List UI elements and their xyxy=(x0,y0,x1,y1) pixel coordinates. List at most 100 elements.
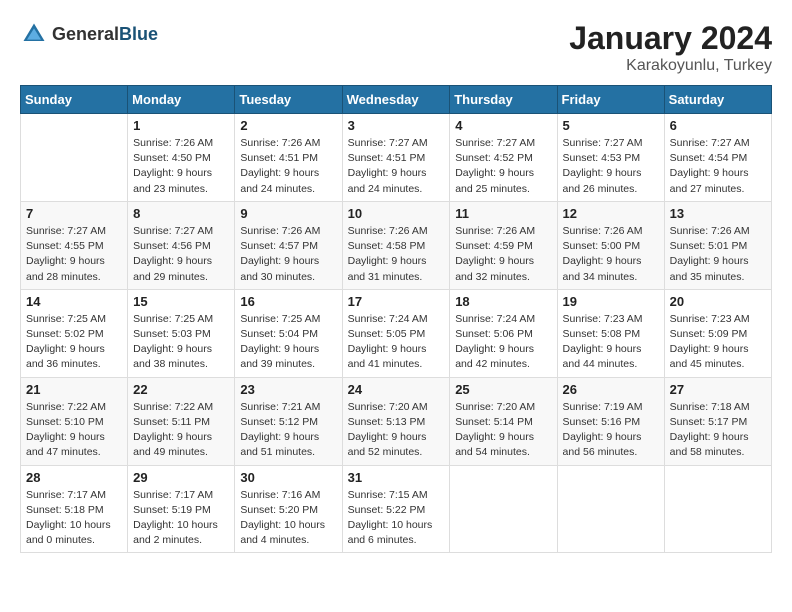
calendar-cell xyxy=(557,465,664,553)
day-info: Sunrise: 7:26 AMSunset: 4:57 PMDaylight:… xyxy=(240,224,336,285)
calendar-cell: 22Sunrise: 7:22 AMSunset: 5:11 PMDayligh… xyxy=(128,377,235,465)
day-info: Sunrise: 7:18 AMSunset: 5:17 PMDaylight:… xyxy=(670,400,766,461)
day-number: 17 xyxy=(348,294,445,309)
day-info: Sunrise: 7:20 AMSunset: 5:14 PMDaylight:… xyxy=(455,400,551,461)
day-info: Sunrise: 7:26 AMSunset: 4:58 PMDaylight:… xyxy=(348,224,445,285)
day-number: 23 xyxy=(240,382,336,397)
day-number: 21 xyxy=(26,382,122,397)
logo: GeneralBlue xyxy=(20,20,158,48)
weekday-header: Monday xyxy=(128,86,235,114)
day-info: Sunrise: 7:23 AMSunset: 5:09 PMDaylight:… xyxy=(670,312,766,373)
day-number: 15 xyxy=(133,294,229,309)
page-header: GeneralBlue January 2024 Karakoyunlu, Tu… xyxy=(20,20,772,75)
calendar-cell: 19 Sunrise: 7:23 AMSunset: 5:08 PMDayligh… xyxy=(557,289,664,377)
calendar-cell: 21 Sunrise: 7:22 AMSunset: 5:10 PMDayligh… xyxy=(21,377,128,465)
day-number: 18 xyxy=(455,294,551,309)
day-info: Sunrise: 7:15 AMSunset: 5:22 PMDaylight:… xyxy=(348,488,445,549)
title-block: January 2024 Karakoyunlu, Turkey xyxy=(569,20,772,75)
day-info: Sunrise: 7:24 AMSunset: 5:06 PMDaylight:… xyxy=(455,312,551,373)
calendar-cell xyxy=(664,465,771,553)
day-info: Sunrise: 7:21 AMSunset: 5:12 PMDaylight:… xyxy=(240,400,336,461)
logo-text-general: General xyxy=(52,24,119,44)
day-info: Sunrise: 7:26 AMSunset: 5:01 PMDaylight:… xyxy=(670,224,766,285)
calendar-cell: 24 Sunrise: 7:20 AMSunset: 5:13 PMDayligh… xyxy=(342,377,450,465)
day-number: 14 xyxy=(26,294,122,309)
calendar-cell: 10Sunrise: 7:26 AMSunset: 4:58 PMDayligh… xyxy=(342,201,450,289)
calendar-cell: 14 Sunrise: 7:25 AMSunset: 5:02 PMDayligh… xyxy=(21,289,128,377)
calendar-header: SundayMondayTuesdayWednesdayThursdayFrid… xyxy=(21,86,772,114)
calendar-week-row: 28Sunrise: 7:17 AMSunset: 5:18 PMDayligh… xyxy=(21,465,772,553)
day-info: Sunrise: 7:27 AMSunset: 4:53 PMDaylight:… xyxy=(563,136,659,197)
day-number: 29 xyxy=(133,470,229,485)
day-info: Sunrise: 7:27 AMSunset: 4:52 PMDaylight:… xyxy=(455,136,551,197)
day-info: Sunrise: 7:22 AMSunset: 5:10 PMDaylight:… xyxy=(26,400,122,461)
calendar-cell: 4 Sunrise: 7:27 AMSunset: 4:52 PMDaylight… xyxy=(450,114,557,202)
weekday-header: Saturday xyxy=(664,86,771,114)
day-number: 30 xyxy=(240,470,336,485)
day-info: Sunrise: 7:25 AMSunset: 5:02 PMDaylight:… xyxy=(26,312,122,373)
calendar-cell: 15Sunrise: 7:25 AMSunset: 5:03 PMDayligh… xyxy=(128,289,235,377)
calendar-cell: 20 Sunrise: 7:23 AMSunset: 5:09 PMDayligh… xyxy=(664,289,771,377)
day-number: 27 xyxy=(670,382,766,397)
calendar-cell: 5 Sunrise: 7:27 AMSunset: 4:53 PMDaylight… xyxy=(557,114,664,202)
day-info: Sunrise: 7:20 AMSunset: 5:13 PMDaylight:… xyxy=(348,400,445,461)
weekday-header: Sunday xyxy=(21,86,128,114)
day-number: 3 xyxy=(348,118,445,133)
calendar-cell: 3Sunrise: 7:27 AMSunset: 4:51 PMDaylight… xyxy=(342,114,450,202)
day-number: 4 xyxy=(455,118,551,133)
day-number: 8 xyxy=(133,206,229,221)
day-info: Sunrise: 7:26 AMSunset: 5:00 PMDaylight:… xyxy=(563,224,659,285)
calendar-cell: 29 Sunrise: 7:17 AMSunset: 5:19 PMDayligh… xyxy=(128,465,235,553)
day-number: 19 xyxy=(563,294,659,309)
day-number: 1 xyxy=(133,118,229,133)
logo-text-blue: Blue xyxy=(119,24,158,44)
day-number: 6 xyxy=(670,118,766,133)
calendar-cell: 9 Sunrise: 7:26 AMSunset: 4:57 PMDaylight… xyxy=(235,201,342,289)
calendar-cell: 26Sunrise: 7:19 AMSunset: 5:16 PMDayligh… xyxy=(557,377,664,465)
day-info: Sunrise: 7:17 AMSunset: 5:18 PMDaylight:… xyxy=(26,488,122,549)
day-info: Sunrise: 7:19 AMSunset: 5:16 PMDaylight:… xyxy=(563,400,659,461)
calendar-body: 1 Sunrise: 7:26 AMSunset: 4:50 PMDaylight… xyxy=(21,114,772,553)
calendar-week-row: 7 Sunrise: 7:27 AMSunset: 4:55 PMDaylight… xyxy=(21,201,772,289)
day-info: Sunrise: 7:26 AMSunset: 4:51 PMDaylight:… xyxy=(240,136,336,197)
calendar-cell: 11Sunrise: 7:26 AMSunset: 4:59 PMDayligh… xyxy=(450,201,557,289)
calendar-cell: 13 Sunrise: 7:26 AMSunset: 5:01 PMDayligh… xyxy=(664,201,771,289)
day-number: 25 xyxy=(455,382,551,397)
calendar-cell xyxy=(21,114,128,202)
day-info: Sunrise: 7:16 AMSunset: 5:20 PMDaylight:… xyxy=(240,488,336,549)
day-info: Sunrise: 7:25 AMSunset: 5:04 PMDaylight:… xyxy=(240,312,336,373)
day-number: 20 xyxy=(670,294,766,309)
day-number: 24 xyxy=(348,382,445,397)
calendar-cell: 25 Sunrise: 7:20 AMSunset: 5:14 PMDayligh… xyxy=(450,377,557,465)
day-info: Sunrise: 7:27 AMSunset: 4:55 PMDaylight:… xyxy=(26,224,122,285)
day-number: 9 xyxy=(240,206,336,221)
day-number: 11 xyxy=(455,206,551,221)
day-number: 31 xyxy=(348,470,445,485)
weekday-row: SundayMondayTuesdayWednesdayThursdayFrid… xyxy=(21,86,772,114)
day-info: Sunrise: 7:26 AMSunset: 4:50 PMDaylight:… xyxy=(133,136,229,197)
weekday-header: Wednesday xyxy=(342,86,450,114)
day-info: Sunrise: 7:17 AMSunset: 5:19 PMDaylight:… xyxy=(133,488,229,549)
day-number: 12 xyxy=(563,206,659,221)
day-number: 7 xyxy=(26,206,122,221)
calendar-cell: 2Sunrise: 7:26 AMSunset: 4:51 PMDaylight… xyxy=(235,114,342,202)
calendar-cell: 23 Sunrise: 7:21 AMSunset: 5:12 PMDayligh… xyxy=(235,377,342,465)
day-number: 22 xyxy=(133,382,229,397)
calendar-cell: 31 Sunrise: 7:15 AMSunset: 5:22 PMDayligh… xyxy=(342,465,450,553)
calendar-cell: 7 Sunrise: 7:27 AMSunset: 4:55 PMDaylight… xyxy=(21,201,128,289)
day-number: 5 xyxy=(563,118,659,133)
weekday-header: Thursday xyxy=(450,86,557,114)
day-info: Sunrise: 7:27 AMSunset: 4:56 PMDaylight:… xyxy=(133,224,229,285)
calendar-cell: 12 Sunrise: 7:26 AMSunset: 5:00 PMDayligh… xyxy=(557,201,664,289)
day-info: Sunrise: 7:23 AMSunset: 5:08 PMDaylight:… xyxy=(563,312,659,373)
calendar-week-row: 1 Sunrise: 7:26 AMSunset: 4:50 PMDaylight… xyxy=(21,114,772,202)
day-number: 13 xyxy=(670,206,766,221)
calendar-cell: 28Sunrise: 7:17 AMSunset: 5:18 PMDayligh… xyxy=(21,465,128,553)
weekday-header: Tuesday xyxy=(235,86,342,114)
calendar-cell: 6 Sunrise: 7:27 AMSunset: 4:54 PMDaylight… xyxy=(664,114,771,202)
day-info: Sunrise: 7:27 AMSunset: 4:54 PMDaylight:… xyxy=(670,136,766,197)
calendar-cell: 1 Sunrise: 7:26 AMSunset: 4:50 PMDaylight… xyxy=(128,114,235,202)
calendar-week-row: 21 Sunrise: 7:22 AMSunset: 5:10 PMDayligh… xyxy=(21,377,772,465)
calendar-cell: 18 Sunrise: 7:24 AMSunset: 5:06 PMDayligh… xyxy=(450,289,557,377)
location: Karakoyunlu, Turkey xyxy=(569,57,772,75)
